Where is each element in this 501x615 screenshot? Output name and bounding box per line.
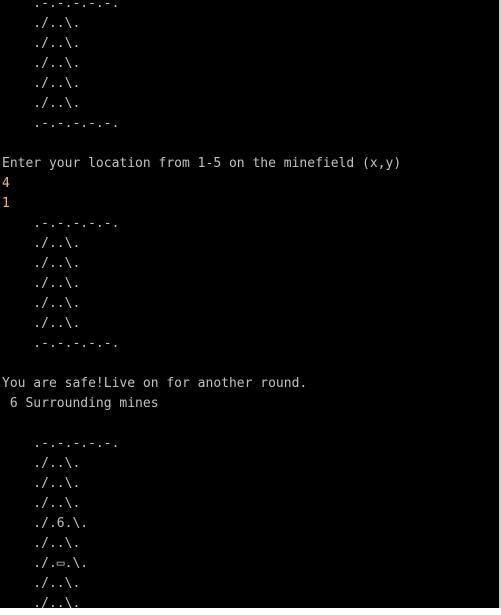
console-output-line [2,134,401,154]
console-output-line: ./..\. [2,96,81,111]
console-output-line: ./..\. [2,276,81,291]
window-bottom-border [0,608,501,615]
console-output-line: ./..\. [2,236,81,251]
console-output-line: .-.-.-.-.-. [2,0,120,11]
console-output-line: ./..\. [2,56,81,71]
console-output-line: 6 Surrounding mines [2,396,159,411]
console-output-line: ./..\. [2,496,81,511]
console-output-line: ./..\. [2,536,81,551]
console-output-line: ./.▭.\. [2,556,89,571]
console-output: .-.-.-.-.-. ./..\. ./..\. ./..\. ./..\. … [2,0,401,608]
console-output-line: ./..\. [2,16,81,31]
console-output-line: ./..\. [2,36,81,51]
console-output-line: ./.6.\. [2,516,89,531]
console-input-line: 4 [2,176,10,191]
console-output-line: .-.-.-.-.-. [2,116,120,131]
console-output-line: Enter your location from 1-5 on the mine… [2,156,402,171]
console-output-line: ./..\. [2,476,81,491]
console-output-line: ./..\. [2,76,81,91]
console-output-line [2,414,401,434]
console-output-line: ./..\. [2,456,81,471]
console-output-line: ./..\. [2,296,81,311]
console-output-line: You are safe!Live on for another round. [2,376,308,391]
console-output-line: ./..\. [2,256,81,271]
console-output-line: .-.-.-.-.-. [2,216,120,231]
console-output-line [2,354,401,374]
console-output-line: ./..\. [2,576,81,591]
console-input-line: 1 [2,196,10,211]
console-output-line: .-.-.-.-.-. [2,336,120,351]
console-output-line: .-.-.-.-.-. [2,436,120,451]
console-output-line: ./..\. [2,316,81,331]
console-output-line: ./..\. [2,596,81,608]
console-window[interactable]: .-.-.-.-.-. ./..\. ./..\. ./..\. ./..\. … [0,0,499,608]
